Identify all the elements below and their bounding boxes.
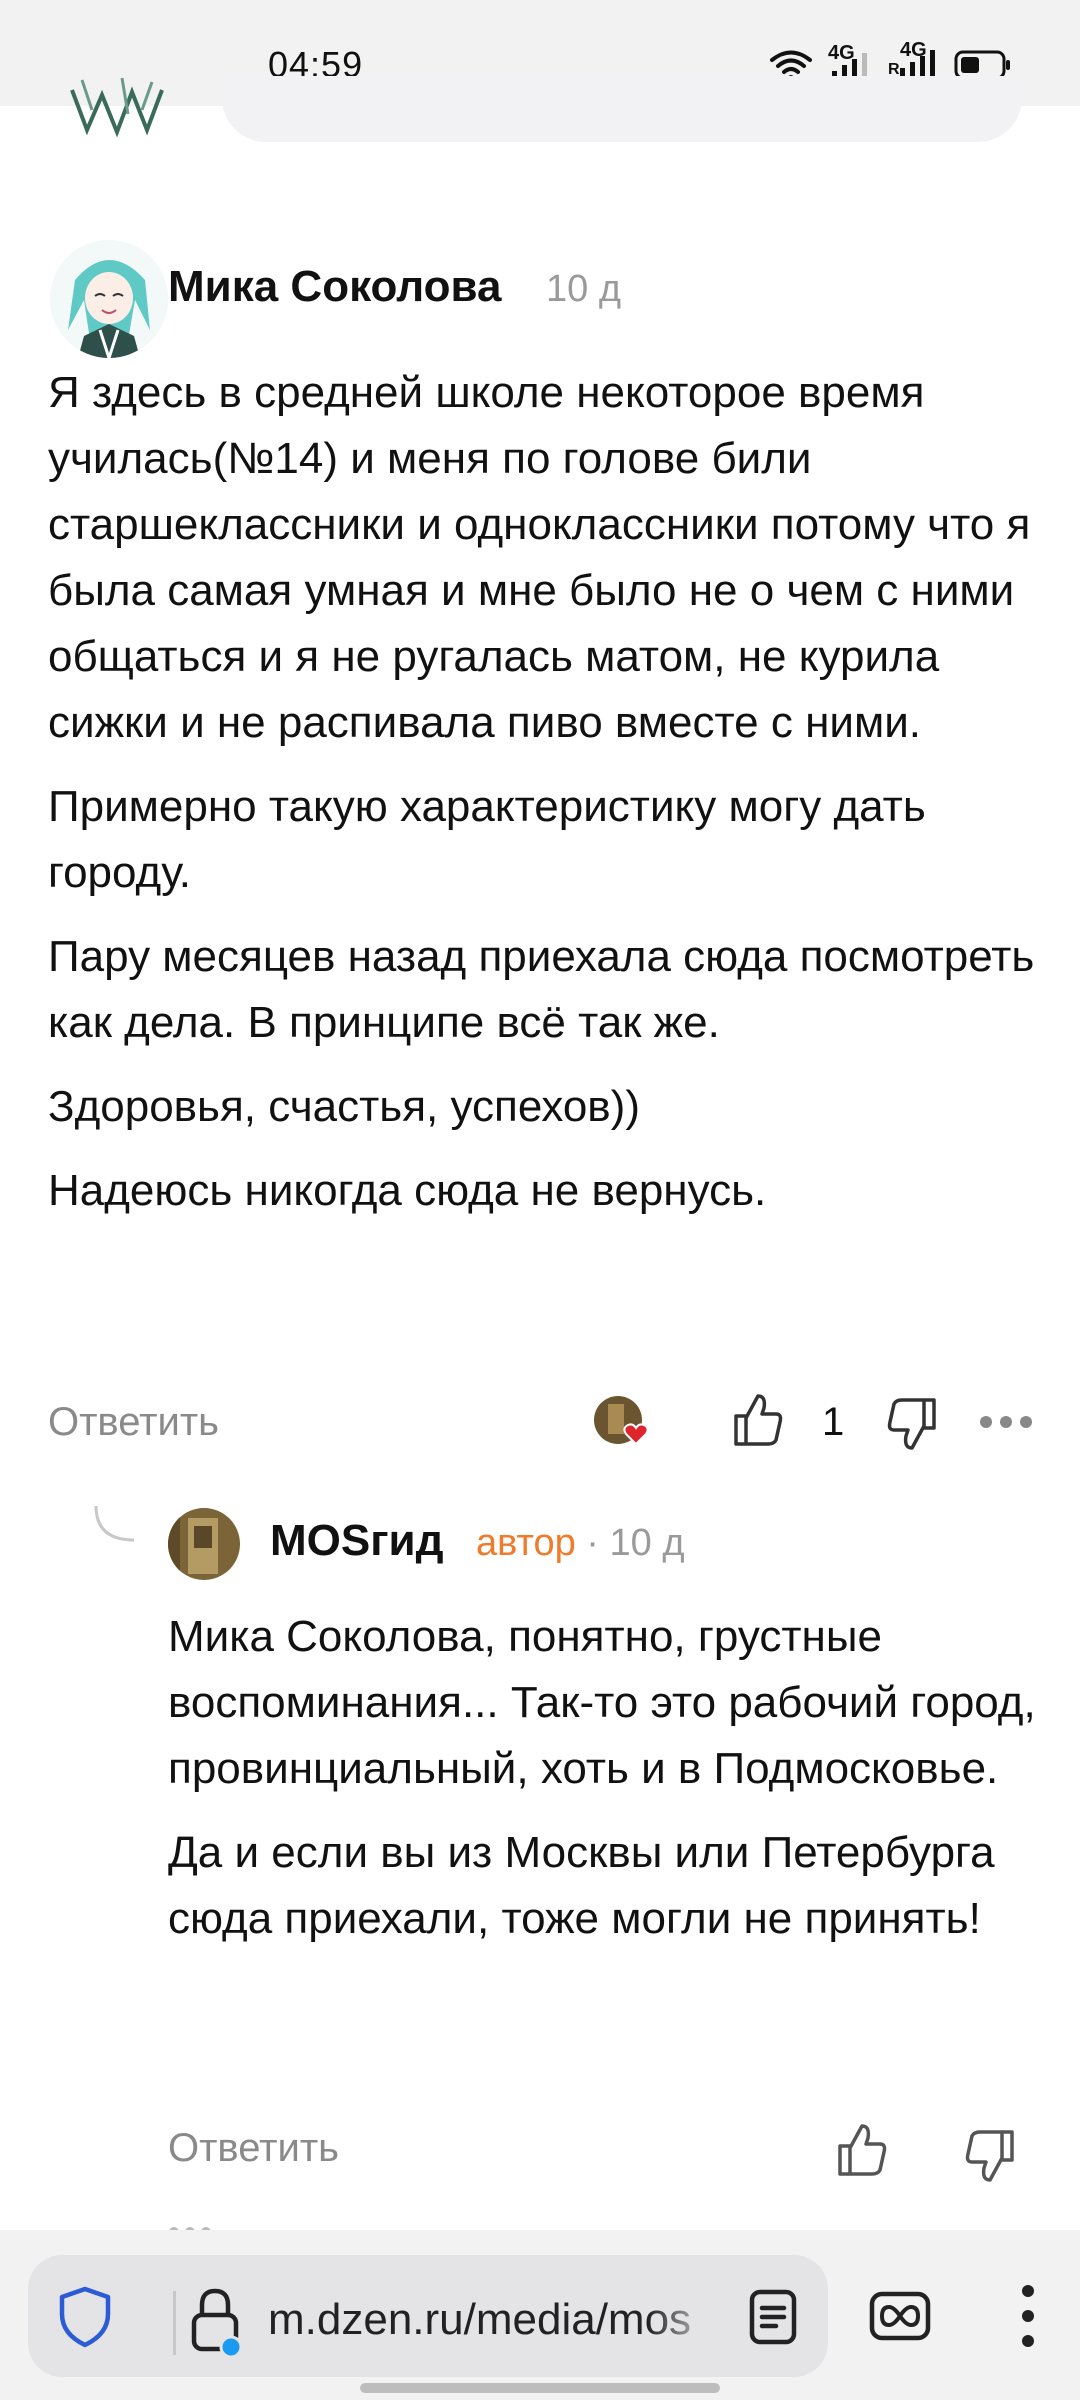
thumbs-down-icon <box>887 1398 936 1450</box>
comment-paragraph: Надеюсь никогда сюда не вернусь. <box>48 1166 767 1215</box>
thumbs-down-icon <box>965 2130 1014 2182</box>
reply-meta: автор · 10 д <box>476 1522 685 1565</box>
reply-paragraph: Мика Соколова, понятно, грустные воспоми… <box>168 1612 1036 1793</box>
comment-age: 10 д <box>546 268 621 310</box>
reply-reply-button[interactable]: Ответить <box>168 2126 339 2171</box>
address-bar[interactable]: m.dzen.ru/media/mos <box>28 2255 828 2377</box>
comment-paragraph: Пару месяцев назад приехала сюда посмотр… <box>48 932 1035 1047</box>
previous-comment-bubble <box>222 76 1022 142</box>
previous-avatar[interactable] <box>62 70 172 140</box>
tabs-button[interactable] <box>864 2280 936 2352</box>
like-button[interactable] <box>730 1390 786 1450</box>
reader-mode-button[interactable] <box>740 2285 806 2349</box>
comment-paragraph: Я здесь в средней школе некоторое время … <box>48 368 1031 747</box>
reply-dislike-button[interactable] <box>962 2126 1018 2186</box>
comment-paragraph: Примерно такую характеристику могу дать … <box>48 782 926 897</box>
reply-button[interactable]: Ответить <box>48 1400 219 1445</box>
url-text[interactable]: m.dzen.ru/media/mos <box>268 2295 708 2345</box>
reply-body: Мика Соколова, понятно, грустные воспоми… <box>168 1604 1038 1970</box>
reply-author-name[interactable]: MOSгид <box>270 1516 444 1566</box>
previous-comment-remnant <box>0 76 1080 146</box>
url-fade <box>648 2285 718 2349</box>
reply-paragraph: Да и если вы из Москвы или Петербурга сю… <box>168 1828 995 1943</box>
author-badge: автор <box>476 1522 576 1564</box>
address-divider <box>173 2291 176 2355</box>
shield-button[interactable] <box>54 2285 116 2349</box>
thumbs-up-icon <box>838 2124 887 2176</box>
thumbs-up-icon <box>734 1394 783 1446</box>
dislike-button[interactable] <box>884 1394 940 1454</box>
reply-age: 10 д <box>609 1522 685 1564</box>
reader-document-icon <box>749 2289 797 2345</box>
likes-count: 1 <box>822 1400 845 1444</box>
avatar[interactable] <box>50 240 168 358</box>
reply-like-button[interactable] <box>834 2120 890 2180</box>
reply-avatar[interactable] <box>168 1508 240 1580</box>
comment-body: Я здесь в средней школе некоторое время … <box>48 360 1038 1242</box>
battery-icon <box>954 50 1010 79</box>
site-lock-button[interactable] <box>178 2283 252 2357</box>
tabs-infinity-icon <box>869 2291 931 2341</box>
thread-connector <box>94 1505 135 1542</box>
meta-separator: · <box>586 1522 599 1564</box>
browser-menu-button[interactable] <box>1000 2276 1056 2356</box>
lock-icon <box>191 2288 243 2357</box>
liked-by-author-avatar[interactable] <box>592 1394 654 1450</box>
more-dots-icon <box>980 1416 1032 1428</box>
comment-paragraph: Здоровья, счастья, успехов)) <box>48 1082 640 1131</box>
author-name[interactable]: Мика Соколова <box>168 262 501 312</box>
more-options-button[interactable] <box>976 1404 1036 1440</box>
shield-icon <box>59 2286 111 2348</box>
home-indicator[interactable] <box>360 2383 720 2393</box>
vertical-dots-icon <box>1022 2285 1034 2347</box>
browser-toolbar: m.dzen.ru/media/mos <box>0 2230 1080 2400</box>
